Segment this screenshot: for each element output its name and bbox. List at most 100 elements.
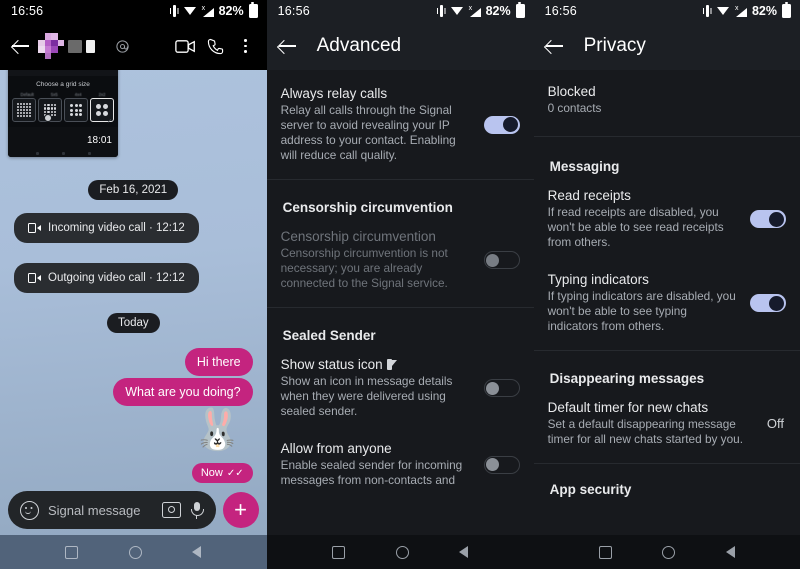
setting-title: Default timer for new chats	[547, 400, 709, 415]
setting-title: Show status icon	[281, 357, 474, 372]
cellular-signal-icon: x	[735, 5, 747, 17]
video-camera-icon[interactable]	[171, 31, 201, 61]
message-outgoing-video-call[interactable]: Outgoing video call · 12:12	[14, 263, 199, 293]
setting-subtitle: If typing indicators are disabled, you w…	[547, 289, 736, 333]
camera-icon[interactable]	[161, 502, 181, 518]
vibrate-icon	[169, 5, 179, 17]
setting-row-show-status-icon[interactable]: Show status icon Show an icon in message…	[267, 347, 534, 431]
setting-title: Read receipts	[547, 188, 631, 203]
more-vertical-icon[interactable]	[231, 31, 261, 61]
status-bar-left: 16:56 x 82%	[0, 0, 267, 22]
section-divider	[533, 463, 800, 464]
grid-label-2: 4x4	[74, 92, 82, 97]
chat-message-list[interactable]: Choose a grid size Default 5x5 4x4 2x2 ✓…	[0, 62, 267, 535]
section-header-messaging: Messaging	[549, 159, 620, 174]
chat-toolbar	[0, 22, 267, 70]
setting-row-typing-indicators[interactable]: Typing indicators If typing indicators a…	[534, 262, 800, 346]
back-triangle-icon[interactable]	[725, 546, 735, 558]
message-input-placeholder[interactable]: Signal message	[48, 503, 153, 518]
battery-icon	[515, 2, 525, 18]
cellular-signal-icon: x	[202, 5, 214, 17]
message-composer: Signal message +	[8, 491, 259, 529]
toggle-always-relay-calls[interactable]	[483, 115, 520, 134]
back-arrow-icon[interactable]	[544, 35, 566, 57]
toggle-typing-indicators[interactable]	[749, 294, 786, 312]
setting-row-default-timer[interactable]: Default timer for new chats Set a defaul…	[534, 390, 800, 459]
recents-square-icon[interactable]	[65, 545, 79, 559]
message-emoji-rabbit[interactable]: 🐰	[14, 410, 243, 450]
emoji-smiley-icon[interactable]	[20, 500, 39, 520]
three-panel-screenshot: 16:56 x 82% Choose a grid size Default 5…	[0, 0, 800, 569]
setting-subtitle: If read receipts are disabled, you won't…	[547, 205, 724, 249]
status-time: 16:56	[11, 4, 44, 18]
page-title: Privacy	[583, 35, 646, 56]
section-divider	[533, 136, 800, 137]
date-separator-today: Today	[106, 313, 160, 333]
grid-label-3: 2x2	[98, 92, 106, 97]
recents-square-icon[interactable]	[331, 545, 345, 559]
toggle-show-status-icon[interactable]	[483, 379, 520, 397]
grid-option-default	[12, 98, 36, 122]
home-circle-icon[interactable]	[128, 545, 142, 559]
message-bubble-outgoing-2[interactable]: What are you doing?	[113, 378, 253, 406]
back-arrow-icon[interactable]	[277, 35, 299, 57]
panel-chat: 16:56 x 82% Choose a grid size Default 5…	[0, 0, 267, 569]
cellular-signal-icon: x	[469, 5, 481, 17]
back-arrow-icon[interactable]	[6, 31, 36, 61]
setting-subtitle: 0 contacts	[547, 101, 602, 115]
advanced-settings-list[interactable]: Always relay calls Relay all calls throu…	[266, 70, 534, 535]
status-icons: x 82%	[702, 2, 791, 18]
video-call-icon	[28, 223, 41, 233]
composer-input-bar[interactable]: Signal message	[8, 491, 216, 529]
back-triangle-icon[interactable]	[192, 546, 202, 558]
privacy-header: Privacy	[533, 22, 800, 70]
setting-row-read-receipts[interactable]: Read receipts If read receipts are disab…	[534, 178, 800, 262]
setting-subtitle: Censorship circumvention is not necessar…	[280, 246, 448, 290]
battery-icon	[248, 2, 258, 18]
setting-row-allow-from-anyone[interactable]: Allow from anyone Enable sealed sender f…	[267, 431, 534, 500]
status-icons: x 82%	[169, 2, 258, 18]
thumbnail-grid-labels: Default 5x5 4x4 2x2	[8, 92, 118, 97]
panel-advanced-settings: 16:56 x 82% Advanced Always relay calls …	[266, 0, 534, 569]
message-status-label: Now	[200, 467, 223, 479]
setting-value-default-timer: Off	[766, 416, 784, 431]
grid-option-4x4	[64, 98, 88, 122]
status-bar-right: 16:56 x 82%	[533, 0, 800, 22]
contact-name-redacted[interactable]	[68, 39, 95, 53]
status-icons: x 82%	[436, 2, 525, 18]
mention-icon[interactable]	[109, 33, 135, 59]
toggle-censorship-circumvention[interactable]	[483, 251, 520, 269]
section-header-disappearing-messages: Disappearing messages	[549, 371, 705, 386]
battery-percent: 82%	[485, 4, 511, 18]
contact-avatar[interactable]	[38, 33, 64, 59]
grid-label-1: 5x5	[50, 92, 58, 97]
setting-subtitle: Relay all calls through the Signal serve…	[280, 103, 456, 162]
setting-row-blocked[interactable]: Blocked 0 contacts	[534, 70, 800, 132]
microphone-icon[interactable]	[190, 501, 205, 519]
message-incoming-video-call[interactable]: Incoming video call · 12:12	[14, 213, 199, 243]
system-nav-bar-mid	[266, 535, 534, 569]
message-bubble-outgoing-1[interactable]: Hi there	[184, 348, 253, 376]
battery-percent: 82%	[751, 4, 777, 18]
privacy-settings-list[interactable]: Blocked 0 contacts Messaging Read receip…	[533, 70, 800, 535]
phone-icon[interactable]	[201, 31, 231, 61]
thumbnail-navbar	[8, 152, 118, 155]
back-triangle-icon[interactable]	[459, 546, 469, 558]
attachment-add-button[interactable]: +	[222, 492, 259, 528]
thumbnail-check-icon: ✓	[106, 119, 112, 125]
toggle-read-receipts[interactable]	[749, 210, 786, 228]
toggle-allow-from-anyone[interactable]	[483, 455, 520, 474]
recents-square-icon[interactable]	[598, 545, 612, 559]
system-nav-bar-left	[0, 535, 267, 569]
battery-icon	[781, 2, 791, 18]
video-call-icon	[28, 273, 41, 283]
section-divider	[266, 307, 534, 308]
setting-title-text: Show status icon	[280, 357, 383, 372]
section-divider	[266, 179, 534, 180]
setting-row-censorship-circumvention[interactable]: Censorship circumvention Censorship circ…	[267, 219, 534, 303]
home-circle-icon[interactable]	[395, 545, 409, 559]
image-message-thumbnail[interactable]: Choose a grid size Default 5x5 4x4 2x2 ✓…	[8, 62, 118, 157]
home-circle-icon[interactable]	[662, 545, 676, 559]
wifi-icon	[716, 6, 730, 16]
setting-row-always-relay-calls[interactable]: Always relay calls Relay all calls throu…	[267, 70, 534, 175]
